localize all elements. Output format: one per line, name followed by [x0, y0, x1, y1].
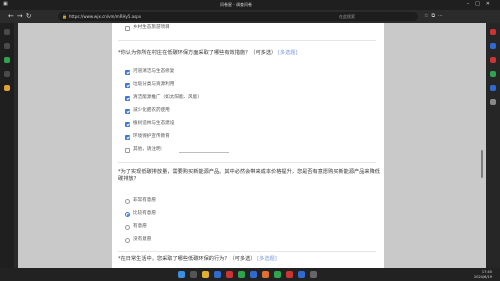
right-sidebar-icon-2[interactable]	[490, 43, 496, 49]
checkbox-checked[interactable]	[125, 121, 130, 127]
option-label: 比较有意愿	[133, 211, 156, 216]
sidebar-icon-4[interactable]	[4, 71, 10, 77]
option-label: 垃圾分类与资源利用	[133, 82, 175, 87]
checkbox-checked[interactable]	[125, 134, 130, 140]
url-text: https://www.wjx.cn/vm/mRHy5.aspx	[69, 14, 142, 19]
right-sidebar-icon-4[interactable]	[490, 71, 496, 77]
q1-option[interactable]: 河道清洁与生态修复	[125, 68, 175, 75]
app-icon-green[interactable]	[238, 271, 245, 278]
edge-icon[interactable]	[214, 271, 221, 278]
survey-card: 乡村生态旅游项目 *你认为你所在村庄在低碳环保方面采取了哪些有效措施？（可多选）…	[112, 23, 384, 268]
question-3-title: *在日常生活中，您采取了哪些低碳环保的行为？（可多选） [多选题]	[118, 256, 380, 263]
option-label: 有意愿	[133, 224, 147, 229]
q2-option[interactable]: 没有意愿	[125, 236, 152, 243]
radio-button[interactable]	[125, 237, 130, 243]
app-icon-red[interactable]	[226, 271, 233, 278]
q2-option[interactable]: 有意愿	[125, 223, 147, 230]
option-label: 河道清洁与生态修复	[133, 69, 175, 74]
other-text-input[interactable]	[179, 152, 229, 153]
lock-icon: 🔒	[62, 14, 67, 19]
q1-option[interactable]: 植树造林与生态建设	[125, 120, 175, 127]
checkbox-checked[interactable]	[125, 69, 130, 75]
sidebar-icon-1[interactable]	[4, 29, 10, 35]
sidebar-icon-2[interactable]	[4, 43, 10, 49]
question-1-text: *你认为你所在村庄在低碳环保方面采取了哪些有效措施？（可多选）	[118, 50, 277, 56]
multi-select-tag: [多选题]	[257, 256, 277, 262]
checkbox[interactable]	[125, 25, 130, 31]
system-clock[interactable]: 17:45 2024/6/19	[474, 270, 492, 279]
q2-option[interactable]: 非常有意愿	[125, 197, 156, 204]
radio-button[interactable]	[125, 198, 130, 204]
search-placeholder[interactable]: 在此搜索	[339, 12, 355, 21]
address-bar: ←→↻ 🔒 https://www.wjx.cn/vm/mRHy5.aspx 在…	[0, 10, 500, 23]
q1-option-other[interactable]: 其他，请注明:	[125, 146, 229, 153]
option-label: 减少化肥农药使用	[133, 108, 170, 113]
app-icon-gray[interactable]	[310, 271, 317, 278]
option-label: 非常有意愿	[133, 198, 156, 203]
file-explorer-icon[interactable]	[202, 271, 209, 278]
window-title: 问卷星 - 调查问卷	[220, 2, 252, 7]
top-option[interactable]: 乡村生态旅游项目	[125, 24, 170, 31]
option-label: 其他，请注明:	[133, 147, 163, 152]
sidebar-icon-5[interactable]	[4, 85, 10, 91]
nav-buttons[interactable]: ←→↻	[8, 12, 35, 20]
browser-titlebar: ▣ 问卷星 - 调查问卷 –□✕	[0, 0, 500, 10]
url-field[interactable]: 🔒 https://www.wjx.cn/vm/mRHy5.aspx 在此搜索	[58, 12, 418, 21]
right-sidebar-icon-1[interactable]	[490, 29, 496, 35]
taskbar: 17:45 2024/6/19	[0, 268, 500, 281]
option-label: 乡村生态旅游项目	[133, 25, 170, 30]
question-2-title: *为了实现低碳排放量，需要购买新能源产品。其中必然会带来成本价格提升，您是否有意…	[118, 169, 380, 183]
q1-option[interactable]: 垃圾分类与资源利用	[125, 81, 175, 88]
checkbox-checked[interactable]	[125, 82, 130, 88]
question-divider	[118, 162, 376, 163]
question-1-title: *你认为你所在村庄在低碳环保方面采取了哪些有效措施？（可多选） [多选题]	[118, 50, 380, 57]
q1-option[interactable]: 环境保护宣传教育	[125, 133, 170, 140]
option-label: 没有意愿	[133, 237, 152, 242]
question-divider	[118, 251, 376, 252]
question-3-text: *在日常生活中，您采取了哪些低碳环保的行为？（可多选）	[118, 256, 256, 262]
page-scrollbar[interactable]	[481, 150, 483, 178]
radio-button-selected[interactable]	[125, 211, 130, 217]
right-sidebar-icon-3[interactable]	[490, 57, 496, 63]
window-controls[interactable]: –□✕	[467, 1, 496, 7]
search-icon[interactable]	[190, 271, 197, 278]
radio-button[interactable]	[125, 224, 130, 230]
q2-option[interactable]: 比较有意愿	[125, 210, 156, 217]
sidebar-icon-3[interactable]	[4, 57, 10, 63]
question-2-text: *为了实现低碳排放量，需要购买新能源产品。其中必然会带来成本价格提升，您是否有意…	[118, 169, 380, 182]
right-sidebar-icon-5[interactable]	[490, 85, 496, 91]
app-icon-orange[interactable]	[262, 271, 269, 278]
checkbox[interactable]	[125, 147, 130, 153]
checkbox-checked[interactable]	[125, 108, 130, 114]
question-divider	[118, 40, 376, 41]
option-label: 环境保护宣传教育	[133, 134, 170, 139]
right-sidebar	[486, 23, 500, 268]
app-icon-red-2[interactable]	[286, 271, 293, 278]
right-sidebar-icon-6[interactable]	[490, 99, 496, 105]
q1-option[interactable]: 清洁能源推广（如太阳能、风能）	[125, 94, 202, 101]
app-icon-blue-2[interactable]	[298, 271, 305, 278]
option-label: 清洁能源推广（如太阳能、风能）	[133, 95, 202, 100]
clock-date: 2024/6/19	[474, 274, 492, 279]
browser-toolbar-icons[interactable]: ☆⧉⋯	[424, 13, 446, 19]
start-icon[interactable]	[178, 271, 185, 278]
wechat-icon[interactable]	[274, 271, 281, 278]
checkbox-checked[interactable]	[125, 95, 130, 101]
browser-profile-icon[interactable]: ▣	[3, 1, 8, 7]
q1-option[interactable]: 减少化肥农药使用	[125, 107, 170, 114]
multi-select-tag: [多选题]	[277, 50, 298, 56]
option-label: 植树造林与生态建设	[133, 121, 175, 126]
app-icon-blue[interactable]	[250, 271, 257, 278]
left-sidebar	[0, 23, 14, 268]
